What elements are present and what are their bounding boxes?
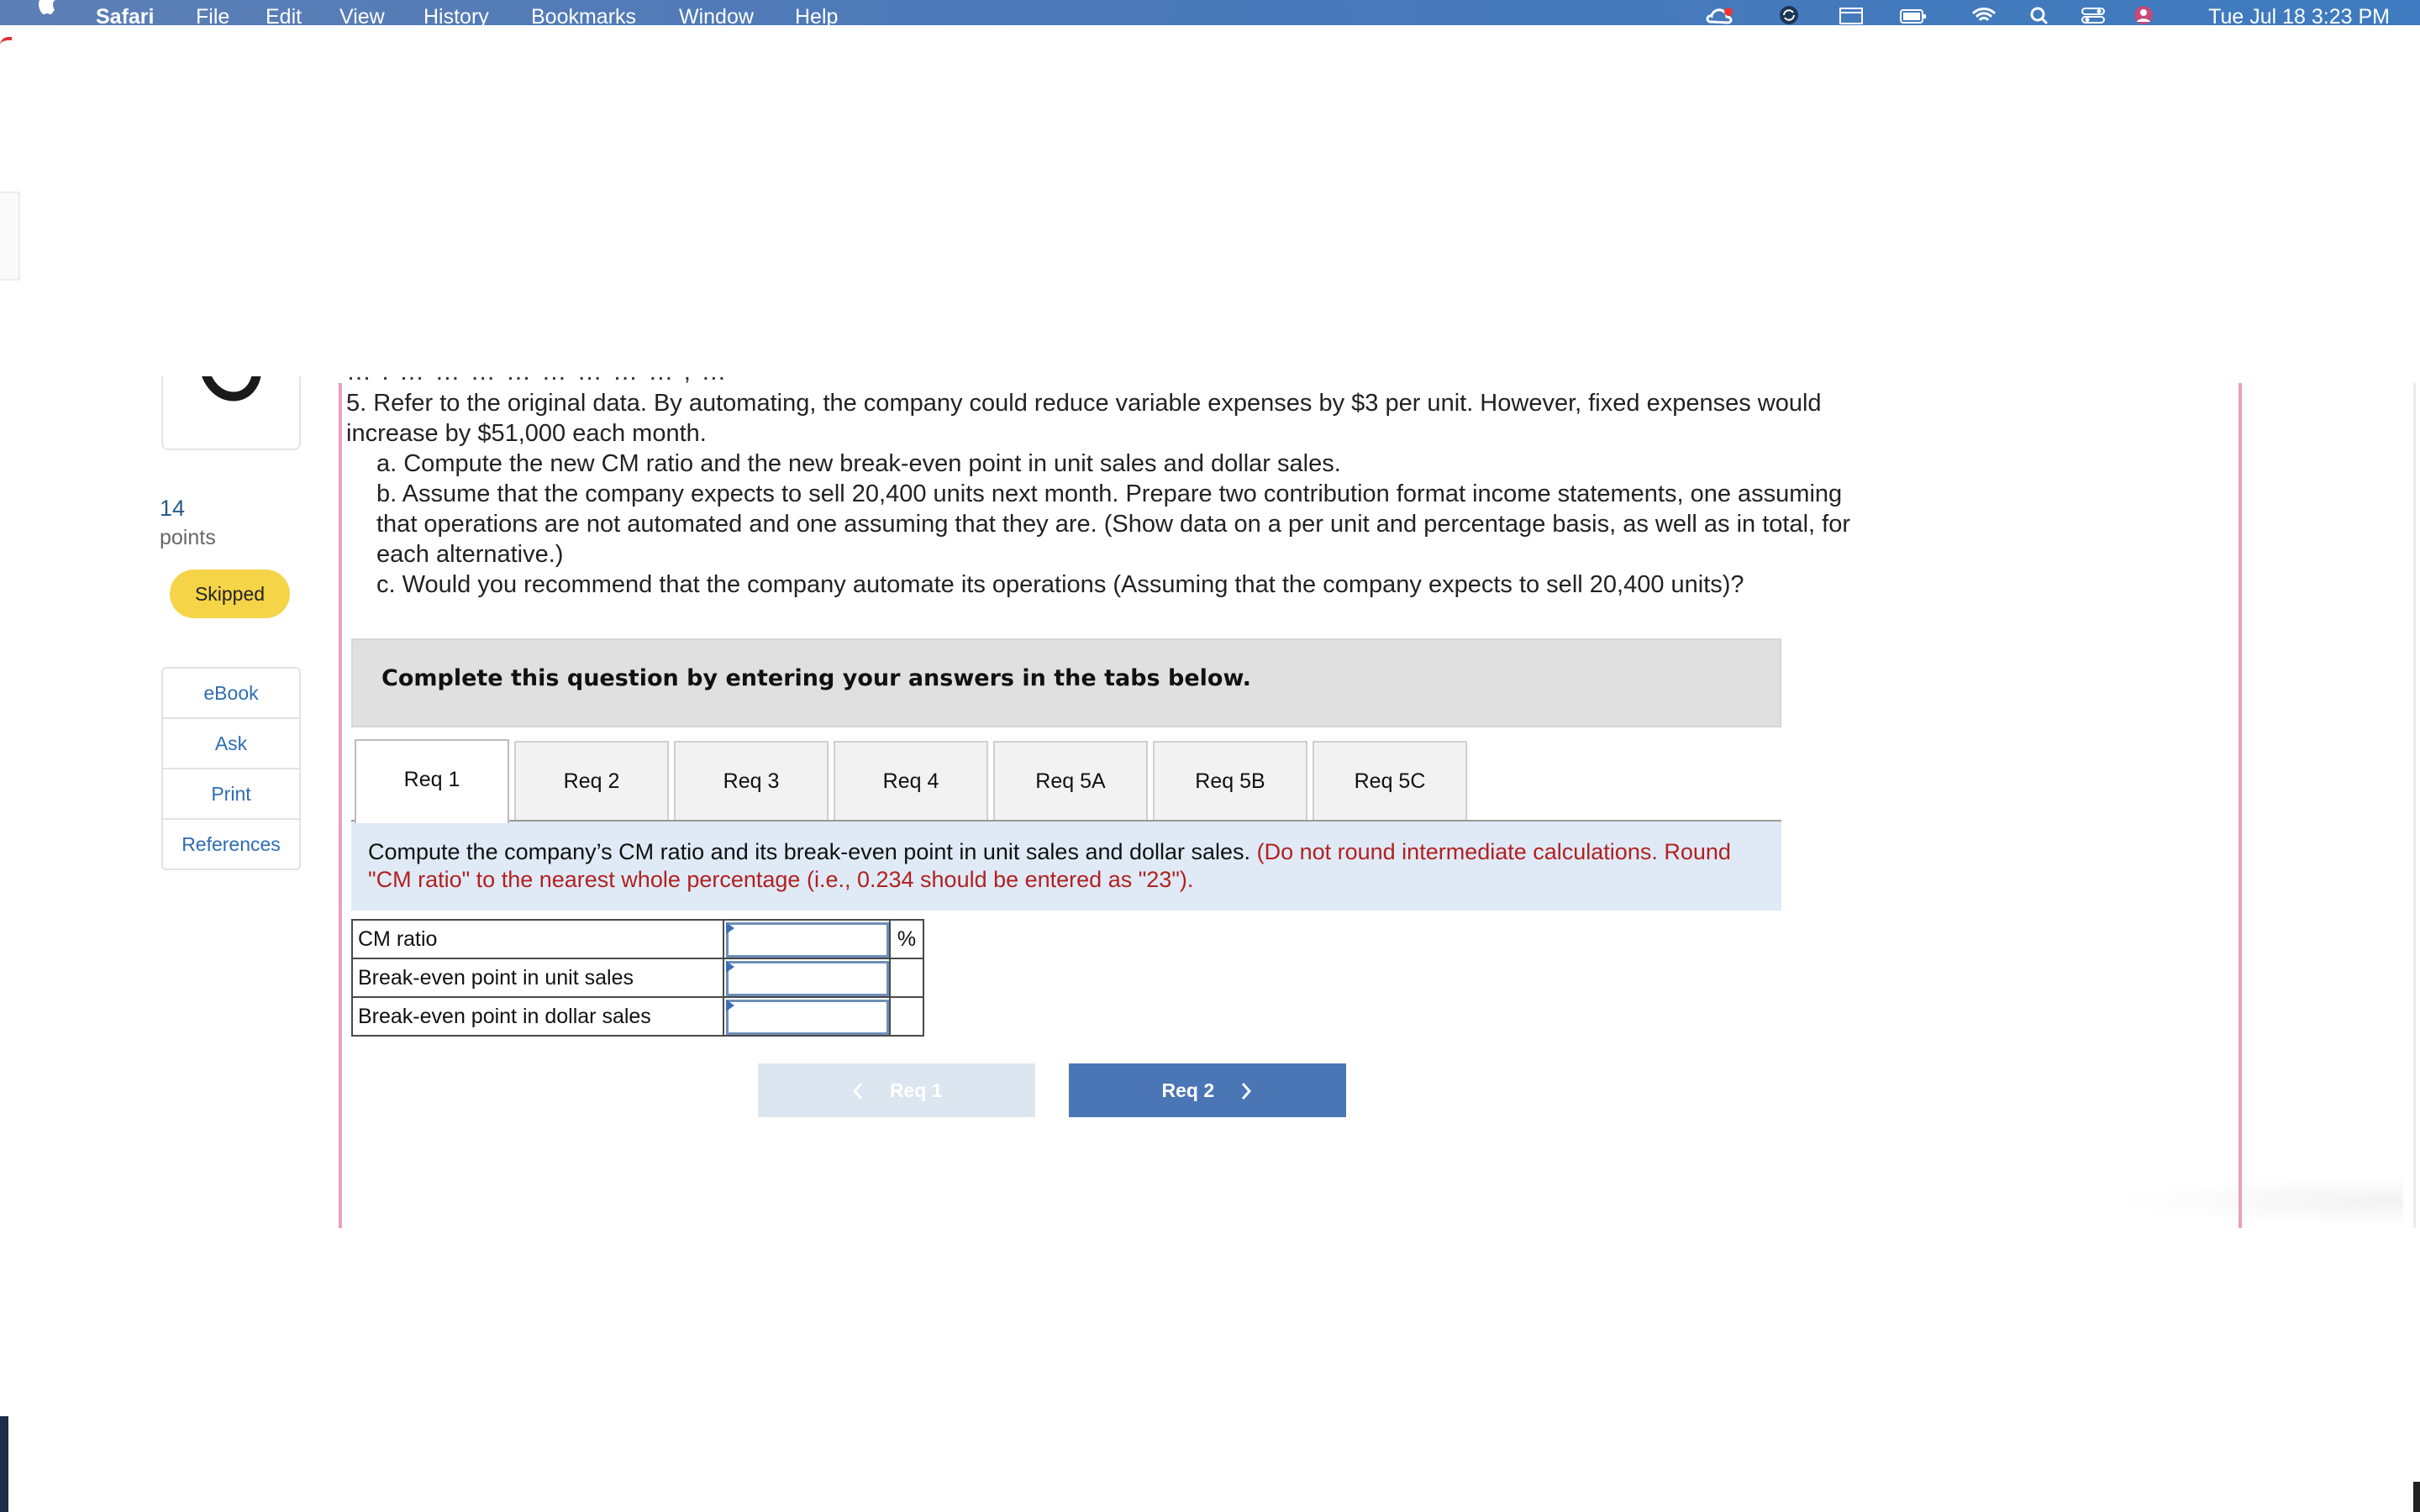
part5-b: b. Assume that the company expects to se… [376,480,1850,568]
question-frame-border-right [2238,383,2242,1228]
tab-req-2[interactable]: Req 2 [514,741,669,820]
answer-cell [723,958,891,998]
creative-cloud-icon[interactable] [1706,3,1734,25]
row-label-cm-ratio: CM ratio [351,919,724,959]
table-row: Break-even point in unit sales [351,958,924,998]
unit-cell [889,996,924,1037]
collapsed-side-panel [0,192,20,281]
unit-cell [889,958,924,998]
menu-view[interactable]: View [339,5,385,25]
table-row: CM ratio % [351,919,924,959]
break-even-units-input[interactable] [726,961,889,996]
answer-cell [723,996,891,1037]
menu-help[interactable]: Help [795,5,838,25]
break-even-dollars-input[interactable] [726,1000,889,1035]
instructions-banner: Complete this question by entering your … [351,638,1781,727]
resources-panel: eBook Ask Print References [161,667,301,870]
user-avatar-icon[interactable] [2129,3,2158,25]
dock-edge [0,1416,8,1512]
tab-req-5b[interactable]: Req 5B [1153,741,1307,820]
points-value: 14 [160,496,186,521]
input-flag-icon [726,922,734,934]
tab-req-3[interactable]: Req 3 [674,741,829,820]
question-text: 5. Refer to the original data. By automa… [346,388,1884,600]
question-number-card[interactable] [161,376,301,450]
tab-req-4[interactable]: Req 4 [834,741,988,820]
tab-req-5a[interactable]: Req 5A [993,741,1148,820]
answer-cell [723,919,891,959]
ebook-link[interactable]: eBook [163,669,299,717]
control-center-icon[interactable] [2079,3,2107,25]
input-flag-icon [726,961,734,973]
spotlight-search-icon[interactable] [2025,3,2054,25]
part5-c: c. Would you recommend that the company … [376,571,1744,598]
sync-icon[interactable] [1775,3,1803,25]
answer-table: CM ratio % Break-even point in unit sale… [351,919,924,1037]
question-number-glyph [202,376,261,402]
question-frame-border-left [339,383,342,1228]
apple-logo-icon[interactable] [34,0,62,18]
references-link[interactable]: References [163,818,299,869]
menubar-clock[interactable]: Tue Jul 18 3:23 PM [2208,5,2390,25]
status-badge: Skipped [170,570,290,618]
menu-app-name[interactable]: Safari [96,5,154,25]
window-icon[interactable] [1837,3,1865,25]
next-button-label: Req 2 [1161,1079,1215,1102]
next-requirement-button[interactable]: Req 2 [1069,1063,1346,1117]
table-row: Break-even point in dollar sales [351,996,924,1037]
print-link[interactable]: Print [163,768,299,818]
chevron-right-icon [1239,1081,1254,1101]
unit-percent: % [889,919,924,959]
wifi-icon[interactable] [1970,3,1998,25]
chevron-left-icon [850,1081,865,1101]
ask-link[interactable]: Ask [163,717,299,768]
tab-req-5c[interactable]: Req 5C [1313,741,1467,820]
dock-edge-right [2413,1482,2420,1512]
menu-file[interactable]: File [196,5,229,25]
points-label: points [160,526,216,549]
menu-bar: Safari File Edit View History Bookmarks … [0,0,2420,25]
tab-req-1[interactable]: Req 1 [355,739,509,823]
menu-bookmarks[interactable]: Bookmarks [531,5,636,25]
battery-icon[interactable] [1899,3,1928,25]
previous-button-label: Req 1 [889,1079,943,1102]
row-label-break-even-units: Break-even point in unit sales [351,958,724,998]
menu-history[interactable]: History [424,5,489,25]
window-corner-mask [15,25,30,42]
instruction-main-text: Compute the company’s CM ratio and its b… [368,839,1251,864]
input-flag-icon [726,1000,734,1011]
row-label-break-even-dollars: Break-even point in dollar sales [351,996,724,1037]
menu-window[interactable]: Window [679,5,754,25]
cm-ratio-input[interactable] [726,922,889,958]
scrolled-off-text: … . … … … … … … … … , … [346,370,729,385]
window-corner-accent [0,37,12,52]
part5-a: a. Compute the new CM ratio and the new … [376,450,1341,477]
banner-text: Complete this question by entering your … [381,665,1251,691]
menu-edit[interactable]: Edit [266,5,302,25]
previous-requirement-button[interactable]: Req 1 [758,1063,1035,1117]
part5-intro: 5. Refer to the original data. By automa… [346,390,1822,447]
requirement-instructions: Compute the company’s CM ratio and its b… [351,822,1781,911]
panel-shadow [2109,1176,2403,1226]
page-scrollbar[interactable] [2413,383,2416,1228]
